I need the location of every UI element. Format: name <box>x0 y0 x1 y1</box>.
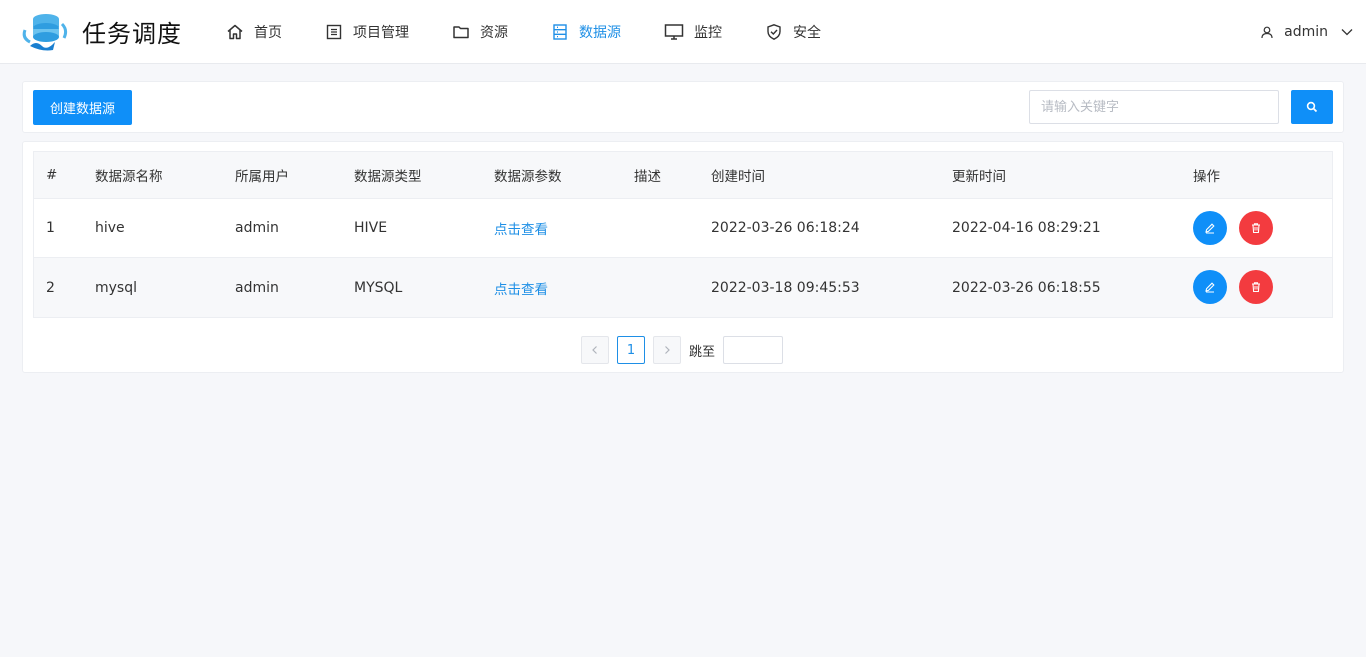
row-user: admin <box>235 220 279 236</box>
header-params: 数据源参数 <box>494 169 562 185</box>
prev-page-button[interactable] <box>581 336 609 364</box>
nav-monitor[interactable]: 监控 <box>664 0 722 64</box>
username-label: admin <box>1284 24 1328 40</box>
search-icon <box>1306 101 1318 113</box>
header-created: 创建时间 <box>711 169 765 185</box>
nav-home-label: 首页 <box>254 25 282 41</box>
nav-projects-label: 项目管理 <box>353 25 409 41</box>
chevron-down-icon <box>1341 29 1353 36</box>
datasource-table: # 数据源名称 所属用户 数据源类型 数据源参数 描述 创建时间 更新时间 操作… <box>33 151 1333 318</box>
pagination: 1 跳至 <box>581 336 784 364</box>
row-updated: 2022-04-16 08:29:21 <box>952 220 1101 236</box>
shield-icon <box>767 24 781 40</box>
chevron-left-icon <box>592 346 597 354</box>
row-updated: 2022-03-26 06:18:55 <box>952 279 1101 296</box>
datasource-table-card: # 数据源名称 所属用户 数据源类型 数据源参数 描述 创建时间 更新时间 操作… <box>22 141 1344 373</box>
logo-icon <box>22 12 68 52</box>
row-index: 2 <box>46 279 55 296</box>
folder-icon <box>453 26 469 39</box>
user-menu[interactable]: admin <box>1260 0 1354 64</box>
edit-button[interactable] <box>1193 211 1227 245</box>
nav-security-label: 安全 <box>793 25 821 41</box>
top-navbar: 任务调度 首页 项目管理 资源 数据源 监控 安全 admin <box>0 0 1366 64</box>
row-type: MYSQL <box>354 279 403 296</box>
nav-datasource-label: 数据源 <box>579 25 621 41</box>
monitor-icon <box>664 24 684 40</box>
toolbar-card: 创建数据源 <box>22 81 1344 133</box>
nav-projects[interactable]: 项目管理 <box>325 0 409 64</box>
view-params-link[interactable]: 点击查看 <box>494 278 548 298</box>
jump-page-input[interactable] <box>723 336 784 364</box>
search-input[interactable] <box>1029 90 1279 124</box>
row-user: admin <box>235 279 279 296</box>
app-title: 任务调度 <box>82 20 182 48</box>
main-nav: 首页 项目管理 资源 数据源 监控 安全 <box>226 0 864 64</box>
row-index: 1 <box>46 220 55 236</box>
table-row: 2 mysql admin MYSQL 点击查看 2022-03-18 09:4… <box>34 258 1332 317</box>
row-type: HIVE <box>354 220 388 236</box>
delete-button[interactable] <box>1239 270 1273 304</box>
table-row: 1 hive admin HIVE 点击查看 2022-03-26 06:18:… <box>34 199 1332 258</box>
header-user: 所属用户 <box>235 169 289 185</box>
header-updated: 更新时间 <box>952 169 1006 185</box>
edit-icon <box>1205 282 1215 293</box>
page-number-button[interactable]: 1 <box>617 336 645 364</box>
view-params-link[interactable]: 点击查看 <box>494 218 548 238</box>
header-desc: 描述 <box>634 169 661 185</box>
header-type: 数据源类型 <box>354 169 422 185</box>
user-icon <box>1261 26 1273 39</box>
header-name: 数据源名称 <box>95 169 163 185</box>
nav-home[interactable]: 首页 <box>226 0 282 64</box>
next-page-button[interactable] <box>653 336 681 364</box>
edit-icon <box>1205 223 1215 234</box>
header-actions: 操作 <box>1193 169 1220 185</box>
row-name: hive <box>95 220 125 236</box>
trash-icon <box>1252 223 1260 234</box>
trash-icon <box>1252 282 1260 293</box>
create-datasource-button[interactable]: 创建数据源 <box>33 90 132 125</box>
nav-monitor-label: 监控 <box>694 25 722 41</box>
search-button[interactable] <box>1291 90 1333 124</box>
database-icon <box>553 24 567 40</box>
nav-resources-label: 资源 <box>480 25 508 41</box>
nav-security[interactable]: 安全 <box>765 0 821 64</box>
table-header: # 数据源名称 所属用户 数据源类型 数据源参数 描述 创建时间 更新时间 操作 <box>34 152 1332 199</box>
header-index: # <box>46 167 58 183</box>
home-icon <box>227 24 243 40</box>
row-created: 2022-03-26 06:18:24 <box>711 220 860 236</box>
row-created: 2022-03-18 09:45:53 <box>711 279 860 296</box>
nav-resources[interactable]: 资源 <box>452 0 508 64</box>
chevron-right-icon <box>665 346 670 354</box>
edit-button[interactable] <box>1193 270 1227 304</box>
delete-button[interactable] <box>1239 211 1273 245</box>
row-name: mysql <box>95 279 137 296</box>
list-icon <box>326 24 342 40</box>
nav-datasource[interactable]: 数据源 <box>551 0 621 64</box>
jump-label: 跳至 <box>689 344 716 360</box>
